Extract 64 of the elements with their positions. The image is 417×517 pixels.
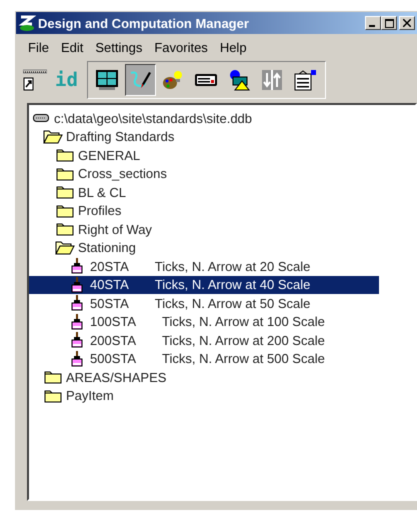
menu-item[interactable]: Help <box>214 40 254 54</box>
item-name: Stationing <box>78 240 136 256</box>
close-icon <box>403 19 411 27</box>
item-name: BL & CL <box>78 184 126 200</box>
paintbrush-icon <box>71 276 83 293</box>
pencil-curve-icon <box>128 69 152 91</box>
tree-item[interactable]: 40STA Ticks, N. Arrow at 40 Scale <box>29 276 379 294</box>
tree-node[interactable]: c:\data\geo\site\standards\site.ddb <box>29 109 343 128</box>
maximize-icon <box>384 18 394 28</box>
item-name: 100STA <box>90 314 136 330</box>
tree-node[interactable]: PayItem <box>29 386 355 405</box>
drive-icon <box>33 114 49 122</box>
item-description: Ticks, N. Arrow at 20 Scale <box>154 258 310 274</box>
tree-item[interactable]: 50STA Ticks, N. Arrow at 50 Scale <box>29 294 379 312</box>
minimize-button[interactable] <box>365 16 381 30</box>
item-name: 20STA <box>90 258 129 274</box>
tree-item[interactable]: 20STA Ticks, N. Arrow at 20 Scale <box>29 257 379 276</box>
tree-node[interactable]: Right of Way <box>29 220 367 238</box>
item-description: Ticks, N. Arrow at 100 Scale <box>162 314 325 330</box>
window-grid-icon <box>95 69 120 91</box>
paintbrush-icon <box>71 295 83 312</box>
paintbrush-icon <box>71 332 83 348</box>
menu-item[interactable]: Favorites <box>149 40 215 54</box>
maximize-button[interactable] <box>381 16 397 30</box>
window-title: Design and Computation Manager <box>38 16 250 30</box>
paintbrush-icon <box>71 314 83 330</box>
item-name: 500STA <box>90 351 136 366</box>
menu-item[interactable]: Settings <box>90 40 150 54</box>
tree-node[interactable]: Stationing <box>29 238 367 257</box>
app-logo-icon <box>18 14 36 32</box>
clipboard-icon <box>293 69 318 91</box>
tree-item[interactable]: 500STA Ticks, N. Arrow at 500 Scale <box>29 350 379 368</box>
menu-item[interactable]: Edit <box>56 40 90 54</box>
item-name: 200STA <box>90 332 136 348</box>
item-description: Ticks, N. Arrow at 200 Scale <box>162 332 325 348</box>
item-description: Ticks, N. Arrow at 40 Scale <box>154 277 310 292</box>
shortcut-icon[interactable] <box>23 68 47 92</box>
shapes-icon <box>227 69 252 91</box>
tree-node[interactable]: GENERAL <box>29 146 367 164</box>
item-description: Ticks, N. Arrow at 50 Scale <box>154 296 310 311</box>
tree-node[interactable]: Cross_sections <box>29 164 367 183</box>
tree-node[interactable]: BL & CL <box>29 183 367 202</box>
sort-arrows-icon <box>260 69 284 91</box>
tree-node[interactable]: Drafting Standards <box>29 128 355 146</box>
item-name: 40STA <box>90 277 129 292</box>
close-button[interactable] <box>399 16 415 30</box>
item-description: Ticks, N. Arrow at 500 Scale <box>162 351 325 366</box>
paintbrush-icon <box>71 350 83 367</box>
item-name: Drafting Standards <box>66 129 174 144</box>
item-name: AREAS/SHAPES <box>66 370 166 385</box>
paintbrush-icon <box>71 258 83 274</box>
tree-item[interactable]: 200STA Ticks, N. Arrow at 200 Scale <box>29 331 379 350</box>
tree-node[interactable]: AREAS/SHAPES <box>29 368 355 386</box>
item-name: Cross_sections <box>78 166 167 182</box>
toolbar-button[interactable] <box>124 64 156 96</box>
item-name: Profiles <box>78 203 122 218</box>
item-name: c:\data\geo\site\standards\site.ddb <box>54 110 252 126</box>
item-name: Right of Way <box>78 222 152 237</box>
tree-item[interactable]: 100STA Ticks, N. Arrow at 100 Scale <box>29 312 379 331</box>
tree-node[interactable]: Profiles <box>29 202 367 220</box>
item-name: PayItem <box>66 388 114 404</box>
menu-item[interactable]: File <box>23 40 56 54</box>
item-name: 50STA <box>90 296 129 311</box>
item-name: GENERAL <box>78 148 140 163</box>
